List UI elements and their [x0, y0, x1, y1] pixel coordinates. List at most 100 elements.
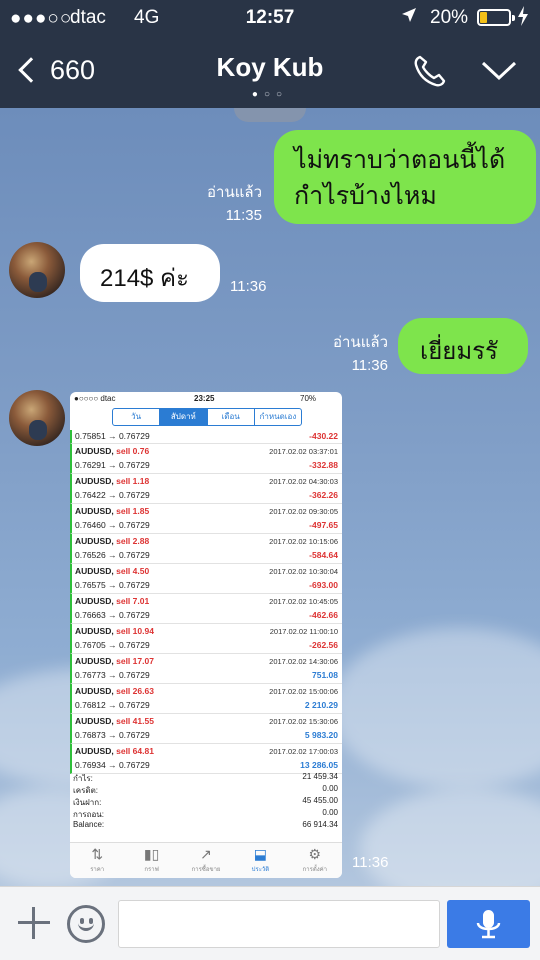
trade-symbol: AUDUSD, sell 10.94 [75, 626, 154, 636]
trade-side: sell 41.55 [116, 716, 154, 726]
symbol-text: AUDUSD, [75, 566, 114, 576]
trade-side: sell 7.01 [116, 596, 150, 606]
trade-profit: -462.66 [309, 610, 338, 620]
summary-label: Balance: [73, 820, 105, 829]
trade-prices: 0.76873 → 0.76729 [75, 730, 150, 740]
trade-side: sell 2.88 [116, 536, 150, 546]
tab-label: ประวัติ [251, 867, 270, 873]
date-separator [234, 108, 306, 122]
message-input[interactable] [118, 900, 440, 948]
page-dot: ● [251, 89, 264, 100]
trade-datetime: 2017.02.02 15:30:06 [269, 717, 338, 726]
read-receipt: อ่านแล้ว 11:35 [180, 180, 262, 224]
tab-label: การตั้งค่า [302, 867, 328, 873]
screenshot-tab: ⚙ การตั้งค่า [288, 843, 342, 878]
message-bubble-incoming[interactable]: 214$ ค่ะ [80, 244, 220, 302]
summary-value: 66 914.34 [302, 820, 338, 829]
charging-icon [517, 6, 529, 31]
location-arrow-icon [400, 6, 418, 30]
summary-row: เงินฝาก: 45 455.00 [70, 796, 342, 808]
avatar[interactable] [9, 242, 65, 298]
read-label: อ่านแล้ว [207, 184, 262, 201]
screenshot-tab: ↗ การซื้อขาย [179, 843, 233, 878]
plus-icon[interactable] [16, 905, 52, 941]
trade-symbol: AUDUSD, sell 1.85 [75, 506, 149, 516]
trade-row: AUDUSD, sell 0.76 2017.02.02 03:37:01 0.76… [70, 444, 342, 474]
page-indicator: ●○○ [0, 89, 540, 100]
trade-datetime: 2017.02.02 14:30:06 [269, 657, 338, 666]
segment-day: วัน [113, 409, 161, 425]
symbol-text: AUDUSD, [75, 656, 114, 666]
message-text: กำไรบ้างไหม [294, 182, 437, 210]
trade-side: sell 17.07 [116, 656, 154, 666]
background-cloud [360, 788, 540, 886]
trade-row: AUDUSD, sell 10.94 2017.02.02 11:00:10 0.7… [70, 624, 342, 654]
summary-row: เครดิต: 0.00 [70, 784, 342, 796]
trade-datetime: 2017.02.02 11:00:10 [269, 627, 338, 636]
trade-prices: 0.75851 → 0.76729 [75, 431, 150, 441]
background-cloud [330, 628, 540, 788]
trade-profit: 751.08 [312, 670, 338, 680]
message-bubble-outgoing[interactable]: เยี่ยมรรั [398, 318, 528, 374]
trade-symbol: AUDUSD, sell 4.50 [75, 566, 149, 576]
summary-value: 21 459.34 [302, 772, 338, 781]
trade-side: sell 0.76 [116, 446, 150, 456]
symbol-text: AUDUSD, [75, 596, 114, 606]
trade-prices: 0.76526 → 0.76729 [75, 550, 150, 560]
chat-header: ●●●○○ dtac 4G 12:57 20% 660 Koy Kub ●○○ [0, 0, 540, 108]
trade-datetime: 2017.02.02 10:30:04 [269, 567, 338, 576]
trade-symbol: AUDUSD, sell 0.76 [75, 446, 149, 456]
trade-datetime: 2017.02.02 15:00:06 [269, 687, 338, 696]
phone-icon[interactable] [412, 54, 448, 88]
trade-profit: -332.88 [309, 460, 338, 470]
read-label: อ่านแล้ว [333, 334, 388, 351]
screenshot-tab-bar: ⇅ ราคา ▮▯ กราฟ ↗ การซื้อขาย ⬓ ประวัติ ⚙ การตั้งค่… [70, 842, 342, 878]
tab-label: การซื้อขาย [191, 867, 221, 873]
trade-row: AUDUSD, sell 17.07 2017.02.02 14:30:06 0.7… [70, 654, 342, 684]
symbol-text: AUDUSD, [75, 626, 114, 636]
trade-symbol: AUDUSD, sell 2.88 [75, 536, 149, 546]
trade-side: sell 1.85 [116, 506, 150, 516]
trade-datetime: 2017.02.02 09:30:05 [269, 507, 338, 516]
avatar[interactable] [9, 390, 65, 446]
trade-symbol: AUDUSD, sell 17.07 [75, 656, 154, 666]
status-bar: ●●●○○ dtac 4G 12:57 20% [0, 0, 540, 34]
period-segmented-control: วัน สัปดาห์ เดือน กำหนดเอง [112, 408, 302, 426]
trade-side: sell 4.50 [116, 566, 150, 576]
segment-custom: กำหนดเอง [259, 412, 297, 421]
trade-prices: 0.76934 → 0.76729 [75, 760, 150, 770]
trade-history-list: 0.75851 → 0.76729 -430.22 AUDUSD, sell 0… [70, 430, 342, 774]
chevron-down-icon[interactable] [480, 60, 518, 82]
image-message[interactable]: ●○○○○ dtac 23:25 70% วัน สัปดาห์ เดือน ก… [70, 392, 342, 878]
screenshot-status-bar: ●○○○○ dtac 23:25 70% [70, 392, 342, 406]
trade-prices: 0.76575 → 0.76729 [75, 580, 150, 590]
trade-prices: 0.76705 → 0.76729 [75, 640, 150, 650]
trade-side: sell 64.81 [116, 746, 154, 756]
page-dot: ○ [276, 89, 289, 100]
summary-value: 0.00 [322, 808, 338, 817]
screenshot-time: 23:25 [194, 394, 215, 403]
summary-row: กำไร: 21 459.34 [70, 772, 342, 784]
trade-side: sell 26.63 [116, 686, 154, 696]
emoji-icon[interactable] [67, 905, 105, 943]
trade-symbol: AUDUSD, sell 26.63 [75, 686, 154, 696]
message-time: 11:36 [351, 357, 388, 374]
trade-symbol: AUDUSD, sell 41.55 [75, 716, 154, 726]
chat-area[interactable]: อ่านแล้ว 11:35 ไม่ทราบว่าตอนนี้ได้ กำไรบ… [0, 108, 540, 886]
trade-profit: -430.22 [309, 431, 338, 441]
symbol-text: AUDUSD, [75, 746, 114, 756]
trade-profit: -262.56 [309, 640, 338, 650]
trade-prices: 0.76460 → 0.76729 [75, 520, 150, 530]
message-bubble-outgoing[interactable]: ไม่ทราบว่าตอนนี้ได้ กำไรบ้างไหม [274, 130, 536, 224]
trade-row: AUDUSD, sell 1.18 2017.02.02 04:30:03 0.76… [70, 474, 342, 504]
message-text: เยี่ยมรรั [420, 338, 498, 365]
microphone-button[interactable] [447, 900, 530, 948]
trade-datetime: 2017.02.02 04:30:03 [269, 477, 338, 486]
account-summary: กำไร: 21 459.34 เครดิต: 0.00 เงินฝาก: 45 455.… [70, 772, 342, 832]
symbol-text: AUDUSD, [75, 716, 114, 726]
trade-prices: 0.76422 → 0.76729 [75, 490, 150, 500]
trade-prices: 0.76663 → 0.76729 [75, 610, 150, 620]
message-input-bar [0, 886, 540, 960]
message-text: 214$ ค่ะ [100, 265, 190, 292]
tab-label: ราคา [90, 867, 105, 873]
